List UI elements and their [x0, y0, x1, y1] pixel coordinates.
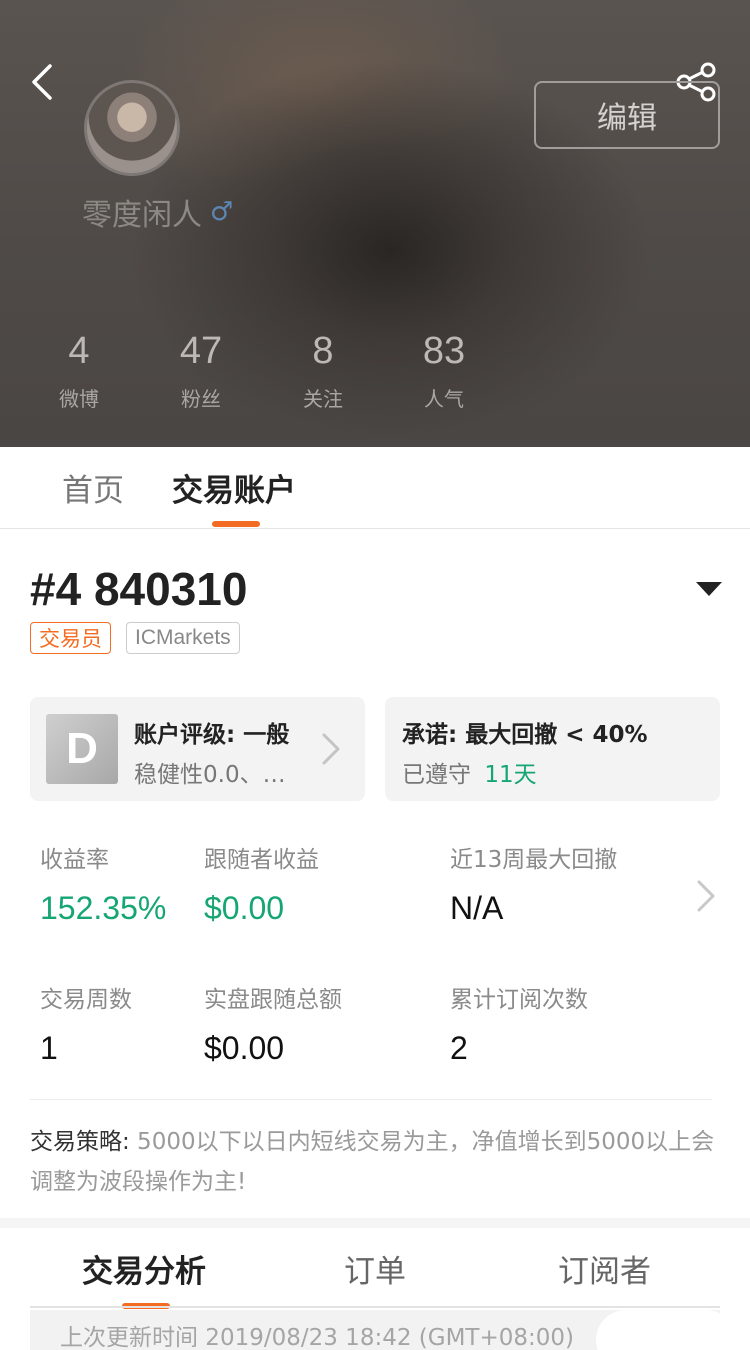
male-icon: ♂ — [210, 197, 234, 227]
trading-strategy: 交易策略: 5000以下以日内短线交易为主，净值增长到5000以上会调整为波段操… — [30, 1122, 720, 1202]
account-rating-card[interactable]: D 账户评级: 一般 稳健性0.0、… — [30, 697, 365, 801]
tab-trade-analysis[interactable]: 交易分析 — [82, 1246, 206, 1291]
stat-value: 4 — [68, 330, 90, 372]
stat-label: 关注 — [303, 387, 343, 411]
promise-days: 11天 — [484, 762, 537, 788]
username-text: 零度闲人 — [82, 198, 202, 233]
stat-popularity[interactable]: 83 人气 — [384, 330, 504, 412]
stat-value: 8 — [312, 330, 334, 372]
stat-followers[interactable]: 47 粉丝 — [141, 330, 261, 412]
trader-tag: 交易员 — [30, 622, 111, 654]
metric-label-subscriptions: 累计订阅次数 — [450, 987, 588, 1013]
promise-title: 承诺: 最大回撤 < 40% — [402, 722, 648, 748]
metric-label-return: 收益率 — [40, 847, 109, 873]
metric-label-follow-amount: 实盘跟随总额 — [204, 987, 342, 1013]
metric-value-subscriptions: 2 — [450, 1030, 468, 1066]
tab-subscribers[interactable]: 订阅者 — [558, 1246, 651, 1291]
tabs-divider — [30, 1306, 720, 1308]
rating-title: 账户评级: 一般 — [134, 722, 290, 748]
metric-label-max-drawdown: 近13周最大回撤 — [450, 847, 618, 873]
refresh-pill[interactable] — [596, 1310, 720, 1350]
tab-trading-account[interactable]: 交易账户 — [172, 465, 296, 510]
divider — [30, 1099, 712, 1100]
metric-value-follower-profit: $0.00 — [204, 890, 285, 926]
metric-label-follower-profit: 跟随者收益 — [204, 847, 319, 873]
strategy-text: 5000以下以日内短线交易为主，净值增长到5000以上会调整为波段操作为主! — [30, 1129, 715, 1195]
stat-label: 微博 — [59, 387, 99, 411]
analysis-tabs: 交易分析 订单 订阅者 — [0, 1228, 750, 1309]
account-title: #4 840310 — [30, 563, 248, 615]
back-icon[interactable] — [26, 62, 66, 102]
username: 零度闲人 ♂ — [82, 190, 233, 234]
promise-card: 承诺: 最大回撤 < 40% 已遵守 11天 — [385, 697, 720, 801]
promise-status: 已遵守 11天 — [402, 755, 537, 789]
caret-down-icon[interactable] — [694, 578, 724, 602]
rating-detail: 稳健性0.0、… — [134, 762, 286, 788]
metric-value-follow-amount: $0.00 — [204, 1030, 285, 1066]
strategy-label: 交易策略: — [30, 1129, 130, 1155]
update-time-bar: 上次更新时间 2019/08/23 18:42 (GMT+08:00) — [30, 1310, 720, 1350]
stat-value: 47 — [179, 330, 223, 372]
metric-label-trading-weeks: 交易周数 — [40, 987, 132, 1013]
chevron-right-icon[interactable] — [694, 878, 718, 914]
update-time: 上次更新时间 2019/08/23 18:42 (GMT+08:00) — [60, 1325, 574, 1350]
avatar[interactable] — [84, 80, 180, 176]
profile-header: 零度闲人 ♂ 编辑 4 微博 47 粉丝 8 关注 83 人气 — [0, 0, 750, 447]
profile-tabs: 首页 交易账户 — [0, 447, 750, 529]
stat-label: 人气 — [424, 387, 464, 411]
metric-value-trading-weeks: 1 — [40, 1030, 58, 1066]
metric-value-max-drawdown: N/A — [450, 890, 504, 926]
section-gap — [0, 1218, 750, 1228]
stat-value: 83 — [422, 330, 466, 372]
rating-grade-badge: D — [46, 714, 118, 784]
tab-orders[interactable]: 订单 — [344, 1246, 406, 1291]
stat-label: 粉丝 — [181, 387, 221, 411]
stat-posts[interactable]: 4 微博 — [19, 330, 139, 412]
stat-following[interactable]: 8 关注 — [263, 330, 383, 412]
broker-tag: ICMarkets — [126, 622, 240, 654]
active-tab-indicator — [212, 521, 260, 527]
chevron-right-icon — [320, 731, 342, 767]
metric-value-return: 152.35% — [40, 890, 167, 926]
tab-home[interactable]: 首页 — [62, 465, 124, 510]
promise-status-prefix: 已遵守 — [402, 762, 471, 788]
edit-button[interactable]: 编辑 — [534, 81, 720, 149]
